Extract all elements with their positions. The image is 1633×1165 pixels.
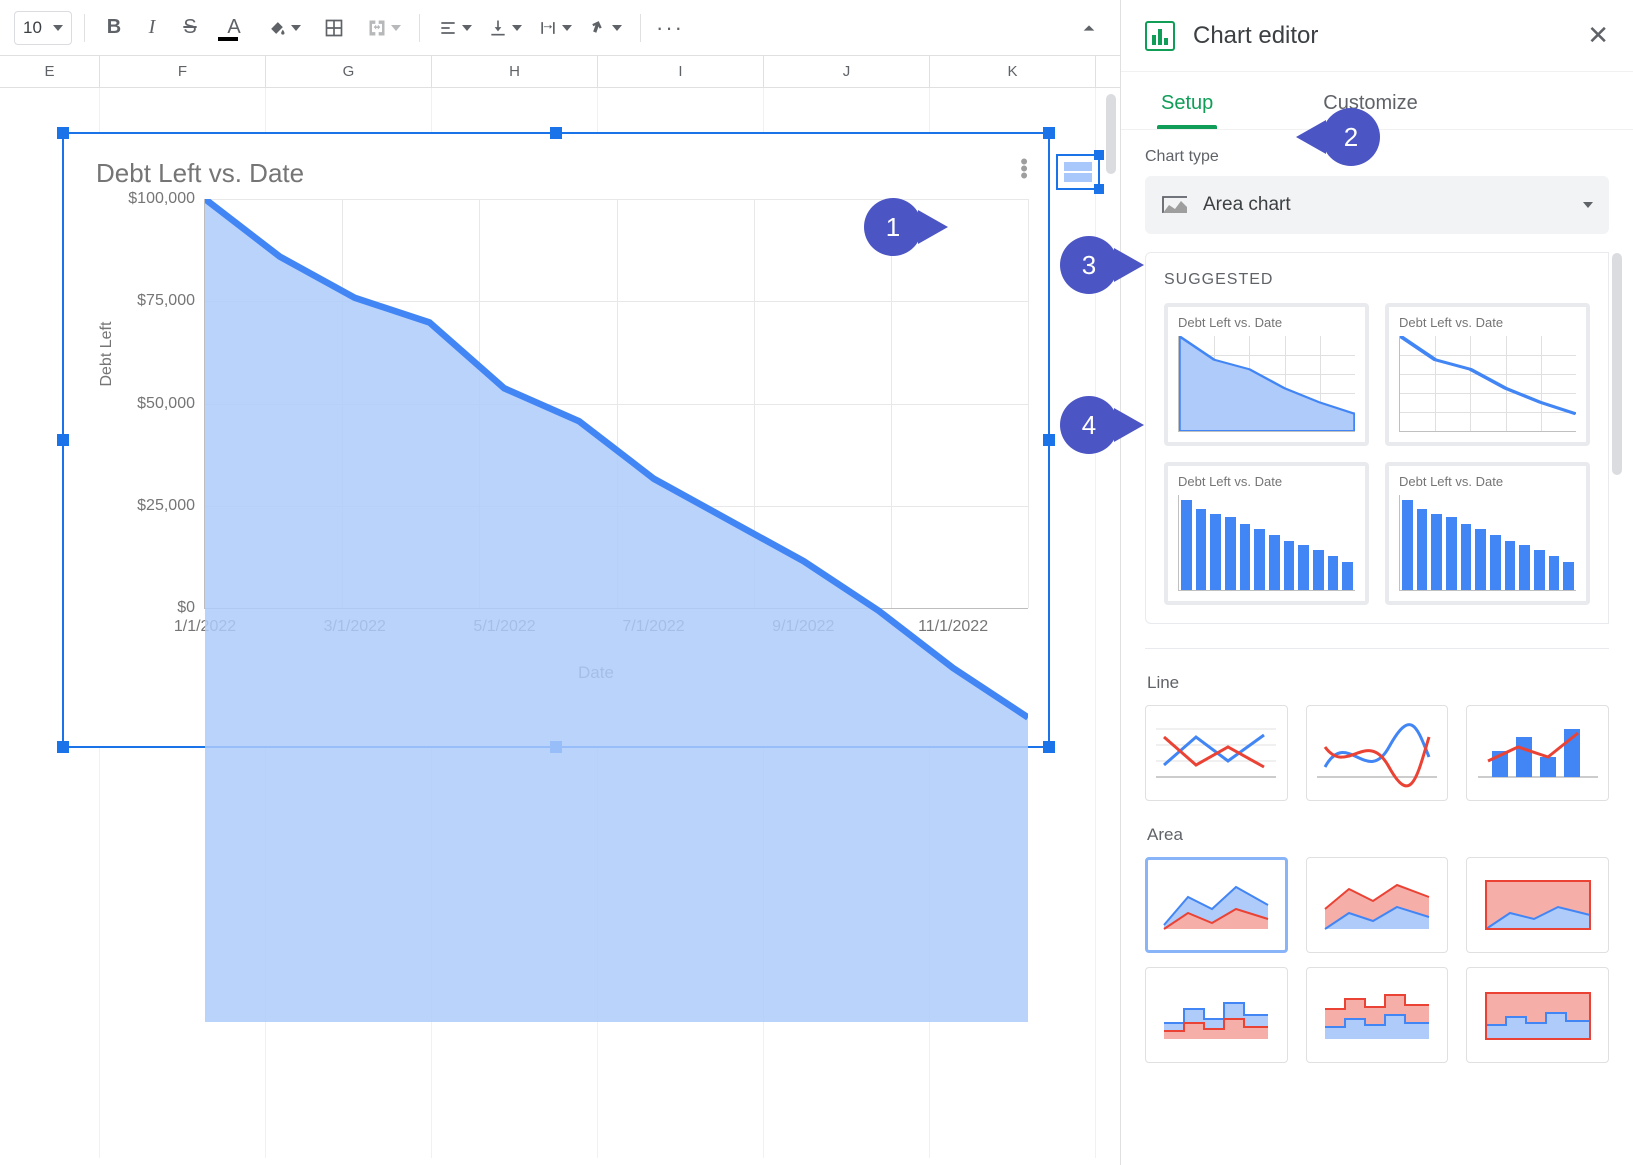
panel-header: Chart editor ✕ — [1121, 0, 1633, 72]
chevron-down-icon — [462, 25, 472, 31]
formatting-toolbar: 10 B I S A ··· — [0, 0, 1120, 56]
chevron-down-icon — [562, 25, 572, 31]
separator — [640, 14, 641, 42]
chart-type-stacked-area[interactable] — [1306, 857, 1449, 953]
font-size-select[interactable]: 10 — [14, 11, 72, 45]
chart-type-100-stacked-stepped-area[interactable] — [1466, 967, 1609, 1063]
col-header[interactable]: E — [0, 56, 100, 87]
category-area-label: Area — [1147, 825, 1609, 845]
chevron-down-icon — [391, 25, 401, 31]
chart-plot-area: $100,000 $75,000 $50,000 $25,000 $0 1/1/… — [204, 199, 1028, 609]
col-header[interactable]: H — [432, 56, 598, 87]
chevron-down-icon — [1583, 202, 1593, 208]
y-tick: $100,000 — [128, 190, 195, 208]
resize-handle[interactable] — [1043, 741, 1055, 753]
chart-type-select[interactable]: Area chart — [1145, 176, 1609, 234]
area-chart-icon — [1161, 195, 1189, 215]
panel-body: Chart type Area chart SUGGESTED Debt Lef… — [1121, 130, 1633, 1165]
col-header[interactable]: G — [266, 56, 432, 87]
vertical-scrollbar[interactable] — [1106, 94, 1116, 174]
chart-type-line[interactable] — [1145, 705, 1288, 801]
tab-setup[interactable]: Setup — [1161, 92, 1213, 129]
chart-type-value: Area chart — [1203, 194, 1291, 216]
font-size-value: 10 — [23, 18, 42, 38]
chevron-down-icon — [53, 25, 63, 31]
horizontal-align-button[interactable] — [432, 11, 478, 45]
collapse-toolbar-button[interactable] — [1072, 11, 1106, 45]
y-tick: $25,000 — [137, 497, 195, 515]
chart-type-area[interactable] — [1145, 857, 1288, 953]
annotation-callout-1: 1 — [864, 198, 922, 256]
col-header[interactable]: I — [598, 56, 764, 87]
suggested-label: SUGGESTED — [1164, 271, 1590, 289]
col-header[interactable]: F — [100, 56, 266, 87]
chart-editor-panel: Chart editor ✕ Setup Customize Chart typ… — [1120, 0, 1633, 1165]
chart-type-label: Chart type — [1145, 148, 1609, 166]
linked-chart-icon[interactable] — [1056, 154, 1100, 190]
merge-cells-button[interactable] — [361, 11, 407, 45]
chart-title[interactable]: Debt Left vs. Date — [64, 134, 1048, 199]
chevron-down-icon — [291, 25, 301, 31]
chart-icon — [1145, 21, 1175, 51]
resize-handle[interactable] — [57, 127, 69, 139]
panel-tabs: Setup Customize — [1121, 72, 1633, 130]
italic-button[interactable]: I — [135, 11, 169, 45]
chart-type-combo[interactable] — [1466, 705, 1609, 801]
col-header[interactable]: J — [764, 56, 930, 87]
text-wrap-button[interactable] — [532, 11, 578, 45]
column-headers: E F G H I J K — [0, 56, 1120, 88]
suggested-chart-bar-2[interactable]: Debt Left vs. Date — [1385, 462, 1590, 605]
y-tick: $0 — [177, 599, 195, 617]
strikethrough-button[interactable]: S — [173, 11, 207, 45]
suggested-chart-bar[interactable]: Debt Left vs. Date — [1164, 462, 1369, 605]
vertical-align-button[interactable] — [482, 11, 528, 45]
chevron-down-icon — [512, 25, 522, 31]
chevron-down-icon — [612, 25, 622, 31]
text-rotation-button[interactable] — [582, 11, 628, 45]
text-color-button[interactable]: A — [211, 11, 257, 45]
area-series — [205, 199, 1028, 1022]
fill-color-button[interactable] — [261, 11, 307, 45]
chart-type-100-stacked-area[interactable] — [1466, 857, 1609, 953]
annotation-callout-4: 4 — [1060, 396, 1118, 454]
y-axis-label: Debt Left — [98, 322, 116, 387]
y-tick: $50,000 — [137, 395, 195, 413]
more-options-button[interactable]: ··· — [653, 11, 687, 45]
suggested-charts-section: SUGGESTED Debt Left vs. Date Debt Left v… — [1145, 252, 1609, 624]
spreadsheet-area: E F G H I J K ••• — [0, 56, 1120, 1165]
col-header[interactable]: K — [930, 56, 1096, 87]
bold-button[interactable]: B — [97, 11, 131, 45]
annotation-callout-2: 2 — [1322, 108, 1380, 166]
suggested-chart-area[interactable]: Debt Left vs. Date — [1164, 303, 1369, 446]
panel-title: Chart editor — [1193, 22, 1318, 50]
resize-handle[interactable] — [1043, 434, 1055, 446]
chart-menu-button[interactable]: ••• — [1020, 158, 1026, 179]
suggested-chart-line[interactable]: Debt Left vs. Date — [1385, 303, 1590, 446]
category-line-label: Line — [1147, 673, 1609, 693]
resize-handle[interactable] — [57, 741, 69, 753]
grid-body[interactable]: ••• Debt Left vs. Date Debt Left $100,00… — [0, 88, 1120, 1158]
annotation-callout-3: 3 — [1060, 236, 1118, 294]
close-button[interactable]: ✕ — [1587, 20, 1609, 51]
chart-type-stacked-stepped-area[interactable] — [1306, 967, 1449, 1063]
resize-handle[interactable] — [1043, 127, 1055, 139]
separator — [419, 14, 420, 42]
y-tick: $75,000 — [137, 292, 195, 310]
chart-type-smooth-line[interactable] — [1306, 705, 1449, 801]
chart-type-stepped-area[interactable] — [1145, 967, 1288, 1063]
separator — [84, 14, 85, 42]
borders-button[interactable] — [311, 11, 357, 45]
divider — [1145, 648, 1609, 649]
resize-handle[interactable] — [550, 127, 562, 139]
resize-handle[interactable] — [57, 434, 69, 446]
